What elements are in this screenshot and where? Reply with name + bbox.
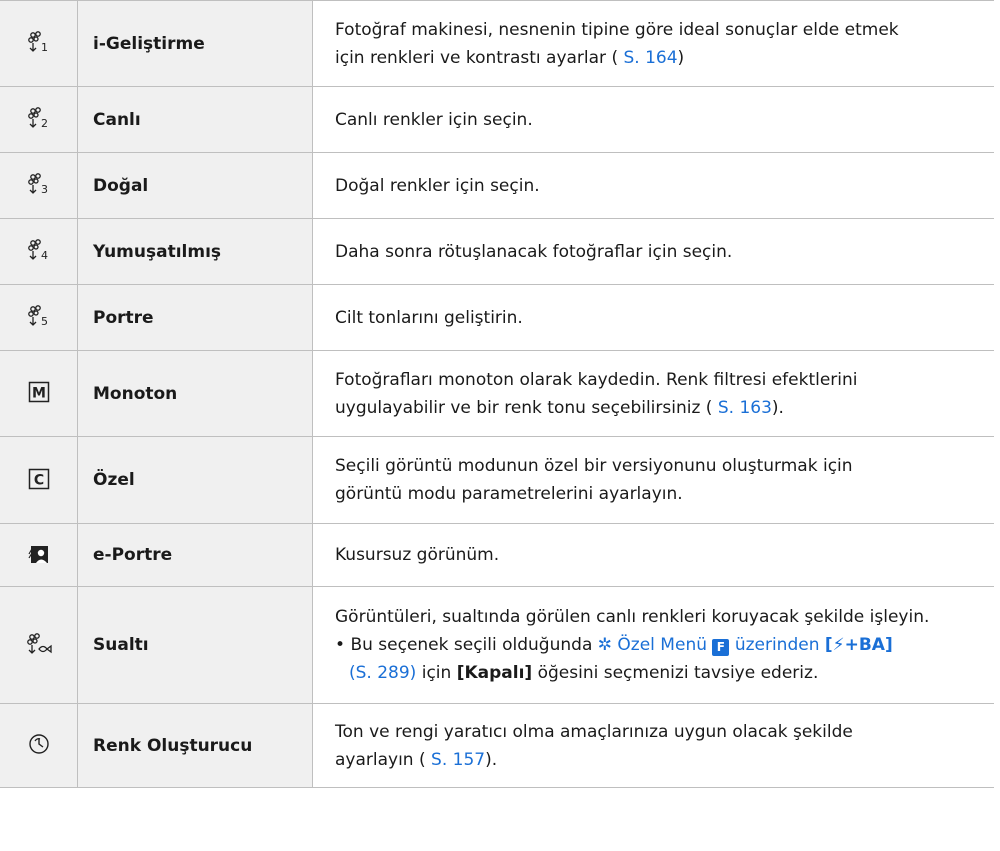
description-text: uygulayabilir ve bir renk tonu seçebilir… bbox=[335, 397, 713, 418]
description-line: Ton ve rengi yaratıcı olma amaçlarınıza … bbox=[335, 721, 853, 742]
picture-mode-1-icon: 1 bbox=[26, 30, 52, 54]
table-row: 2 Canlı Canlı renkler için seçin. bbox=[0, 86, 994, 153]
icon-cell bbox=[0, 586, 78, 704]
table-row: Renk Oluşturucu Ton ve rengi yaratıcı ol… bbox=[0, 703, 994, 788]
table-row: 5 Portre Cilt tonlarını geliştirin. bbox=[0, 284, 994, 351]
mode-description: Fotoğraf makinesi, nesnenin tipine göre … bbox=[312, 0, 994, 87]
mode-name: Yumuşatılmış bbox=[77, 218, 313, 285]
picture-mode-4-icon: 4 bbox=[26, 238, 52, 262]
svg-text:2: 2 bbox=[41, 117, 48, 129]
icon-cell: 3 bbox=[0, 152, 78, 219]
table-row: 1 i-Geliştirme Fotoğraf makinesi, nesnen… bbox=[0, 0, 994, 87]
description-text: için renkleri ve kontrastı ayarlar ( bbox=[335, 47, 619, 68]
bullet-marker: • bbox=[335, 635, 346, 655]
svg-text:1: 1 bbox=[41, 41, 48, 53]
icon-cell: M bbox=[0, 350, 78, 437]
mode-name: Özel bbox=[77, 436, 313, 524]
setting-value: [Kapalı] bbox=[456, 663, 533, 683]
page-reference-link[interactable]: S. 163 bbox=[712, 398, 772, 418]
description-text: ). bbox=[485, 749, 498, 770]
table-row: 4 Yumuşatılmış Daha sonra rötuşlanacak f… bbox=[0, 218, 994, 285]
icon-cell: 4 bbox=[0, 218, 78, 285]
picture-mode-table: 1 i-Geliştirme Fotoğraf makinesi, nesnen… bbox=[0, 0, 994, 788]
mode-name: i-Geliştirme bbox=[77, 0, 313, 87]
page-reference-link[interactable]: S. 164 bbox=[618, 48, 677, 68]
flash-icon: ⚡ bbox=[832, 635, 845, 655]
description-text: üzerinden bbox=[734, 635, 820, 655]
picture-mode-3-icon: 3 bbox=[26, 172, 52, 196]
mode-description: Seçili görüntü modunun özel bir versiyon… bbox=[312, 436, 994, 524]
mode-description: Kusursuz görünüm. bbox=[312, 523, 994, 587]
custom-menu-link[interactable]: Özel Menü bbox=[617, 635, 707, 655]
mode-name: Renk Oluşturucu bbox=[77, 703, 313, 788]
description-line: Seçili görüntü modunun özel bir versiyon… bbox=[335, 456, 853, 476]
description-line: ayarlayın ( S. 157). bbox=[335, 746, 984, 774]
icon-cell: 2 bbox=[0, 86, 78, 153]
mode-description: Doğal renkler için seçin. bbox=[312, 152, 994, 219]
description-line: uygulayabilir ve bir renk tonu seçebilir… bbox=[335, 394, 984, 422]
description-text: Bu seçenek seçili olduğunda bbox=[350, 635, 593, 655]
mode-name: e-Portre bbox=[77, 523, 313, 587]
table-row: Sualtı Görüntüleri, sualtında görülen ca… bbox=[0, 586, 994, 704]
description-text: ). bbox=[771, 397, 784, 418]
table-row: e-Portre Kusursuz görünüm. bbox=[0, 523, 994, 587]
picture-mode-5-icon: 5 bbox=[26, 304, 52, 328]
picture-mode-2-icon: 2 bbox=[26, 106, 52, 130]
table-row: M Monoton Fotoğrafları monoton olarak ka… bbox=[0, 350, 994, 437]
mode-description: Cilt tonlarını geliştirin. bbox=[312, 284, 994, 351]
mode-description: Görüntüleri, sualtında görülen canlı ren… bbox=[312, 586, 994, 704]
svg-text:4: 4 bbox=[41, 249, 48, 261]
page-reference-link[interactable]: S. 157 bbox=[426, 750, 485, 770]
monotone-m-icon: M bbox=[26, 380, 52, 404]
custom-c-icon: C bbox=[26, 467, 52, 491]
svg-text:5: 5 bbox=[41, 315, 48, 327]
underwater-icon bbox=[26, 632, 52, 656]
mode-name: Portre bbox=[77, 284, 313, 351]
description-line: Görüntüleri, sualtında görülen canlı ren… bbox=[335, 607, 930, 627]
flash-ba-setting[interactable]: [⚡+BA] bbox=[825, 635, 893, 655]
svg-text:M: M bbox=[32, 386, 46, 402]
gear-icon: ✲ bbox=[597, 635, 613, 655]
mode-description: Ton ve rengi yaratıcı olma amaçlarınıza … bbox=[312, 703, 994, 788]
bullet-line: (S. 289) için [Kapalı] öğesini seçmenizi… bbox=[335, 659, 984, 687]
svg-text:3: 3 bbox=[41, 183, 48, 195]
description-text: için bbox=[421, 663, 452, 683]
icon-cell: C bbox=[0, 436, 78, 524]
description-line: için renkleri ve kontrastı ayarlar ( S. … bbox=[335, 44, 984, 72]
icon-cell bbox=[0, 703, 78, 788]
description-text: ayarlayın ( bbox=[335, 749, 426, 770]
description-text: öğesini seçmenizi tavsiye ederiz. bbox=[537, 663, 819, 683]
page-reference-link[interactable]: (S. 289) bbox=[349, 663, 416, 683]
mode-name: Canlı bbox=[77, 86, 313, 153]
mode-name: Doğal bbox=[77, 152, 313, 219]
color-creator-icon bbox=[26, 732, 52, 756]
menu-f-badge-icon: F bbox=[712, 639, 730, 656]
e-portrait-icon bbox=[26, 542, 52, 566]
description-line: Fotoğrafları monoton olarak kaydedin. Re… bbox=[335, 369, 858, 390]
table-row: 3 Doğal Doğal renkler için seçin. bbox=[0, 152, 994, 219]
mode-description: Canlı renkler için seçin. bbox=[312, 86, 994, 153]
icon-cell bbox=[0, 523, 78, 587]
description-line: Fotoğraf makinesi, nesnenin tipine göre … bbox=[335, 19, 899, 40]
mode-name: Monoton bbox=[77, 350, 313, 437]
description-line: görüntü modu parametrelerini ayarlayın. bbox=[335, 484, 683, 504]
mode-name: Sualtı bbox=[77, 586, 313, 704]
icon-cell: 1 bbox=[0, 0, 78, 87]
table-row: C Özel Seçili görüntü modunun özel bir v… bbox=[0, 436, 994, 524]
bullet-line: • Bu seçenek seçili olduğunda ✲ Özel Men… bbox=[335, 631, 984, 659]
icon-cell: 5 bbox=[0, 284, 78, 351]
mode-description: Daha sonra rötuşlanacak fotoğraflar için… bbox=[312, 218, 994, 285]
svg-text:C: C bbox=[33, 472, 43, 488]
mode-description: Fotoğrafları monoton olarak kaydedin. Re… bbox=[312, 350, 994, 437]
description-text: ) bbox=[677, 47, 685, 68]
